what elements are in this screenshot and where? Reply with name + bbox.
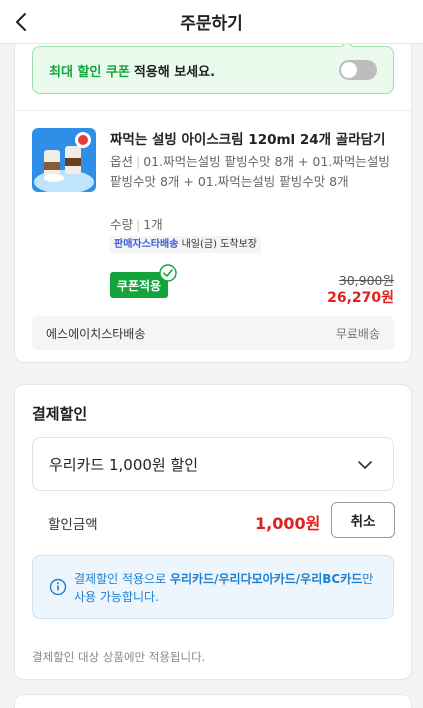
delivery-guarantee: 판매자스타배송 내일(금) 도착보장 — [110, 236, 261, 253]
discount-amount: 1,000원 — [255, 514, 321, 533]
toggle-knob — [341, 62, 357, 78]
product-image[interactable] — [32, 128, 96, 192]
product-title[interactable]: 짜먹는 설빙 아이스크림 120ml 24개 골라담기 — [110, 128, 400, 148]
product-option: 옵션 | 01.짜먹는설빙 팥빙수맛 8개 + 01.짜먹는설빙 팥빙수맛 8개 +… — [110, 154, 390, 189]
sale-price: 26,270원 — [327, 290, 394, 306]
divider — [15, 110, 411, 111]
selected-card-discount: 우리카드 1,000원 할인 — [49, 455, 199, 474]
coupon-banner-highlight: 최대 할인 쿠폰 — [49, 64, 130, 80]
option-value: 01.짜먹는설빙 팥빙수맛 8개 + 01.짜먹는설빙 팥빙수맛 8개 + 01… — [110, 154, 390, 189]
max-coupon-banner[interactable]: 최대 할인 쿠폰 적용해 보세요. — [32, 40, 394, 94]
shipping-seller: 에스에이치스타배송 — [46, 326, 146, 341]
back-arrow-icon[interactable] — [10, 10, 34, 34]
info-cards: 우리카드/우리다모아카드/우리BC카드 — [169, 572, 363, 586]
payment-discount-title: 결제할인 — [32, 405, 88, 423]
qty-label: 수량 — [110, 217, 134, 232]
discount-info-text: 결제할인 적용으로 우리카드/우리다모아카드/우리BC카드만 사용 가능합니다. — [74, 570, 384, 606]
discount-info-box: 결제할인 적용으로 우리카드/우리다모아카드/우리BC카드만 사용 가능합니다. — [32, 555, 394, 619]
next-section-card — [14, 694, 412, 708]
discount-amount-label: 할인금액 — [48, 517, 98, 533]
product-quantity: 수량 | 1개 — [110, 217, 163, 232]
shipping-info: 에스에이치스타배송 무료배송 — [32, 316, 394, 350]
shipping-fee: 무료배송 — [335, 326, 380, 341]
order-product-card: 최대 할인 쿠폰 적용해 보세요. 짜먹는 설빙 아이스크림 120ml 24개… — [14, 40, 412, 363]
header-bar: 주문하기 — [0, 0, 423, 44]
option-label: 옵션 — [110, 154, 134, 169]
payment-discount-card: 결제할인 우리카드 1,000원 할인 할인금액 1,000원 취소 결제할인 … — [14, 384, 412, 680]
delivery-text: 내일(금) 도착보장 — [181, 239, 257, 250]
coupon-banner-text: 적용해 보세요. — [133, 64, 216, 80]
card-discount-select[interactable]: 우리카드 1,000원 할인 — [32, 437, 394, 491]
info-prefix: 결제할인 적용으로 — [74, 572, 167, 586]
delivery-brand: 판매자스타배송 — [114, 239, 179, 250]
discount-footnote: 결제할인 대상 상품에만 적용됩니다. — [32, 650, 206, 664]
page-title: 주문하기 — [180, 14, 243, 34]
qty-value: 1개 — [143, 217, 163, 232]
info-icon — [49, 578, 67, 596]
cancel-discount-button[interactable]: 취소 — [331, 502, 395, 538]
coupon-toggle[interactable] — [339, 60, 377, 80]
chevron-down-icon — [358, 461, 372, 469]
check-circle-icon — [159, 264, 177, 282]
